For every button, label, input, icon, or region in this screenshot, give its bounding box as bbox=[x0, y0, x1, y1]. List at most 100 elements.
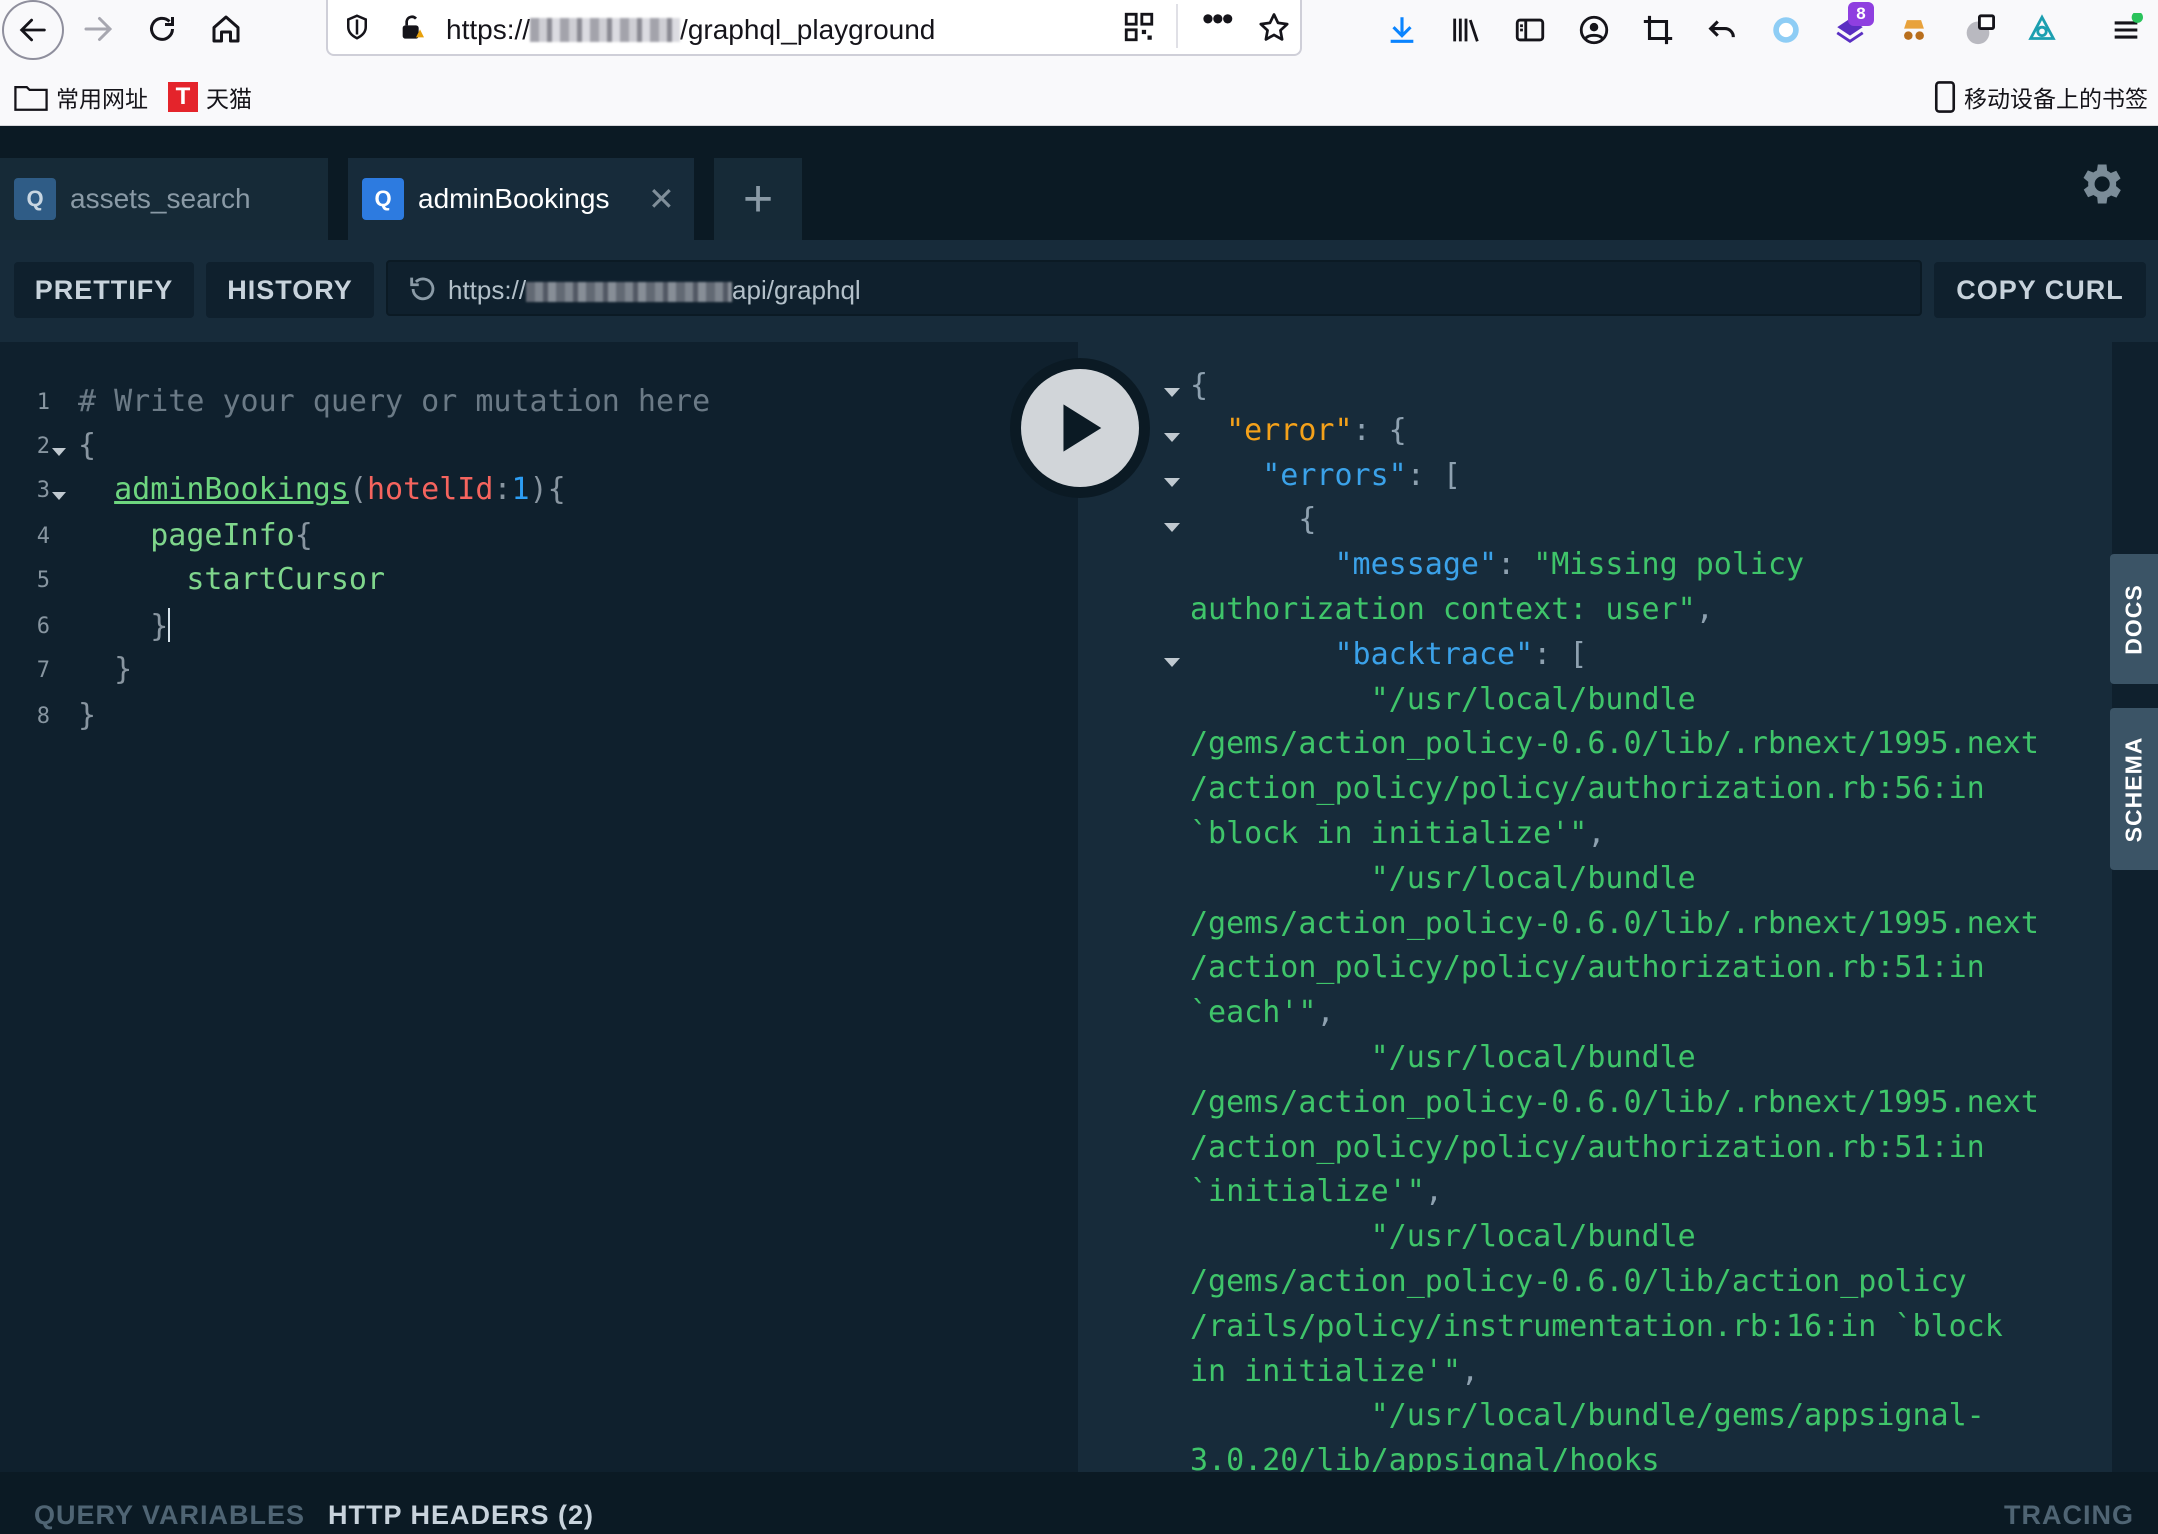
schema-tab[interactable]: SCHEMA bbox=[2110, 708, 2158, 870]
prettify-button[interactable]: PRETTIFY bbox=[14, 262, 194, 318]
redacted-host bbox=[530, 18, 681, 42]
tab-assets-search[interactable]: Q assets_search bbox=[0, 158, 328, 240]
docs-tab-label: DOCS bbox=[2120, 583, 2147, 655]
tab-admin-bookings[interactable]: Q adminBookings ✕ bbox=[348, 158, 694, 240]
result-line: /rails/policy/instrumentation.rb:16:in `… bbox=[1190, 1309, 2003, 1344]
result-line: `initialize'", bbox=[1190, 1174, 1443, 1209]
query-badge: Q bbox=[14, 178, 56, 220]
tmall-logo-icon: T bbox=[168, 82, 198, 112]
menu-icon[interactable] bbox=[2106, 10, 2146, 50]
browser-toolbar: https:///graphql_playground ••• 8 bbox=[0, 0, 2158, 62]
triangle-extension-icon[interactable] bbox=[2022, 10, 2062, 50]
mobile-bookmarks[interactable]: 移动设备上的书签 bbox=[1934, 80, 2148, 114]
line-number: 2 bbox=[36, 434, 50, 459]
account-icon[interactable] bbox=[1574, 10, 1614, 50]
result-line: "/usr/local/bundle bbox=[1190, 1040, 1696, 1075]
extension-circle-icon[interactable] bbox=[1766, 10, 1806, 50]
result-line: /gems/action_policy-0.6.0/lib/action_pol… bbox=[1190, 1264, 1967, 1299]
bookmark-folder-common[interactable]: 常用网址 bbox=[14, 80, 148, 114]
star-icon[interactable] bbox=[1256, 10, 1292, 46]
result-token: "/usr/local/bundle bbox=[1190, 681, 1696, 717]
result-token: { bbox=[1190, 502, 1317, 538]
copy-curl-button[interactable]: COPY CURL bbox=[1934, 262, 2146, 318]
result-token: "message" bbox=[1334, 547, 1498, 583]
redacted-host bbox=[526, 282, 733, 302]
result-token: , bbox=[1460, 1353, 1479, 1389]
query-editor[interactable]: 1 2 3 4 5 6 7 8 # Write your query or mu… bbox=[0, 342, 1078, 1472]
bookmark-label: 移动设备上的书签 bbox=[1964, 86, 2148, 112]
add-tab-button[interactable]: + bbox=[714, 158, 802, 240]
result-token: , bbox=[1424, 1174, 1443, 1210]
result-line: in initialize'", bbox=[1190, 1354, 1479, 1389]
history-button[interactable]: HISTORY bbox=[206, 262, 374, 318]
result-token: "/usr/local/bundle bbox=[1190, 1219, 1696, 1255]
docs-tab[interactable]: DOCS bbox=[2110, 554, 2158, 684]
line-number: 6 bbox=[36, 614, 50, 639]
bottom-drawer-bar bbox=[0, 1472, 2158, 1534]
line-number: 8 bbox=[36, 704, 50, 729]
fold-arrow-icon[interactable] bbox=[1164, 433, 1180, 442]
bookmark-label: 常用网址 bbox=[56, 86, 148, 112]
execute-query-button[interactable] bbox=[1010, 358, 1150, 498]
result-token bbox=[1190, 458, 1262, 493]
query-variables-tab[interactable]: QUERY VARIABLES bbox=[34, 1500, 305, 1531]
reload-schema-icon[interactable] bbox=[406, 272, 440, 306]
grey-extension-icon[interactable] bbox=[1958, 10, 1998, 50]
result-line: /gems/action_policy-0.6.0/lib/.rbnext/19… bbox=[1190, 1085, 2039, 1120]
code-line-1: # Write your query or mutation here bbox=[78, 384, 711, 419]
downloads-icon[interactable] bbox=[1382, 10, 1422, 50]
reload-button[interactable] bbox=[132, 0, 192, 58]
fold-arrow-icon[interactable] bbox=[1164, 523, 1180, 532]
result-token: "backtrace" bbox=[1334, 636, 1534, 672]
result-token: /gems/action_policy-0.6.0/lib/.rbnext/19… bbox=[1190, 726, 2039, 762]
result-line: "/usr/local/bundle bbox=[1190, 682, 1696, 717]
settings-gear-icon[interactable] bbox=[2074, 158, 2126, 210]
result-line: "error": { bbox=[1190, 413, 1407, 448]
line-number: 5 bbox=[36, 568, 50, 593]
forward-button[interactable] bbox=[68, 0, 128, 58]
result-token: : { bbox=[1352, 412, 1407, 448]
fold-arrow-icon[interactable] bbox=[1164, 478, 1180, 487]
fold-arrow-icon[interactable] bbox=[52, 448, 66, 456]
result-line: `each'", bbox=[1190, 995, 1335, 1030]
result-token: /action_policy/policy/authorization.rb:5… bbox=[1190, 771, 1985, 807]
close-icon[interactable]: ✕ bbox=[648, 180, 675, 218]
tab-label: adminBookings bbox=[418, 183, 610, 214]
url-text[interactable]: https:///graphql_playground bbox=[446, 14, 935, 46]
page-actions-icon[interactable]: ••• bbox=[1202, 0, 1234, 39]
arrow-right-icon bbox=[84, 17, 113, 41]
tab-label: assets_search bbox=[70, 183, 251, 214]
back-button[interactable] bbox=[2, 0, 64, 60]
result-line: /gems/action_policy-0.6.0/lib/.rbnext/19… bbox=[1190, 726, 2039, 761]
undo-icon[interactable] bbox=[1702, 10, 1742, 50]
result-viewer[interactable]: { "error": { "errors": [ { "message": "M… bbox=[1078, 342, 2112, 1472]
result-token: /gems/action_policy-0.6.0/lib/.rbnext/19… bbox=[1190, 905, 2039, 941]
fold-arrow-icon[interactable] bbox=[1164, 658, 1180, 667]
result-token: /action_policy/policy/authorization.rb:5… bbox=[1190, 950, 1985, 986]
home-button[interactable] bbox=[196, 0, 256, 58]
endpoint-input[interactable]: https://api/graphql bbox=[386, 260, 1922, 316]
result-token: "/usr/local/bundle bbox=[1190, 860, 1696, 896]
endpoint-url: https://api/graphql bbox=[448, 275, 861, 305]
result-token: "Missing policy bbox=[1533, 547, 1805, 583]
crop-icon[interactable] bbox=[1638, 10, 1678, 50]
qr-code-icon[interactable] bbox=[1122, 10, 1156, 44]
code-line-8: } bbox=[78, 698, 97, 733]
play-button-face bbox=[1021, 369, 1139, 487]
insecure-lock-icon[interactable] bbox=[396, 12, 428, 44]
http-headers-tab[interactable]: HTTP HEADERS (2) bbox=[328, 1500, 594, 1531]
result-line: "/usr/local/bundle bbox=[1190, 861, 1696, 896]
bookmark-tmall[interactable]: T 天猫 bbox=[168, 80, 252, 114]
line-number: 7 bbox=[36, 658, 50, 683]
phone-icon bbox=[1934, 81, 1956, 113]
fold-arrow-icon[interactable] bbox=[1164, 388, 1180, 397]
url-bar[interactable]: https:///graphql_playground ••• bbox=[326, 0, 1302, 56]
result-token: 3.0.20/lib/appsignal/hooks bbox=[1190, 1443, 1660, 1472]
sidebar-icon[interactable] bbox=[1510, 10, 1550, 50]
library-icon[interactable] bbox=[1446, 10, 1486, 50]
incognito-extension-icon[interactable] bbox=[1894, 10, 1934, 50]
result-line: "errors": [ bbox=[1190, 458, 1461, 493]
fold-arrow-icon[interactable] bbox=[52, 492, 66, 500]
tracing-tab[interactable]: TRACING bbox=[2004, 1500, 2134, 1531]
code-line-6: } bbox=[150, 608, 171, 644]
